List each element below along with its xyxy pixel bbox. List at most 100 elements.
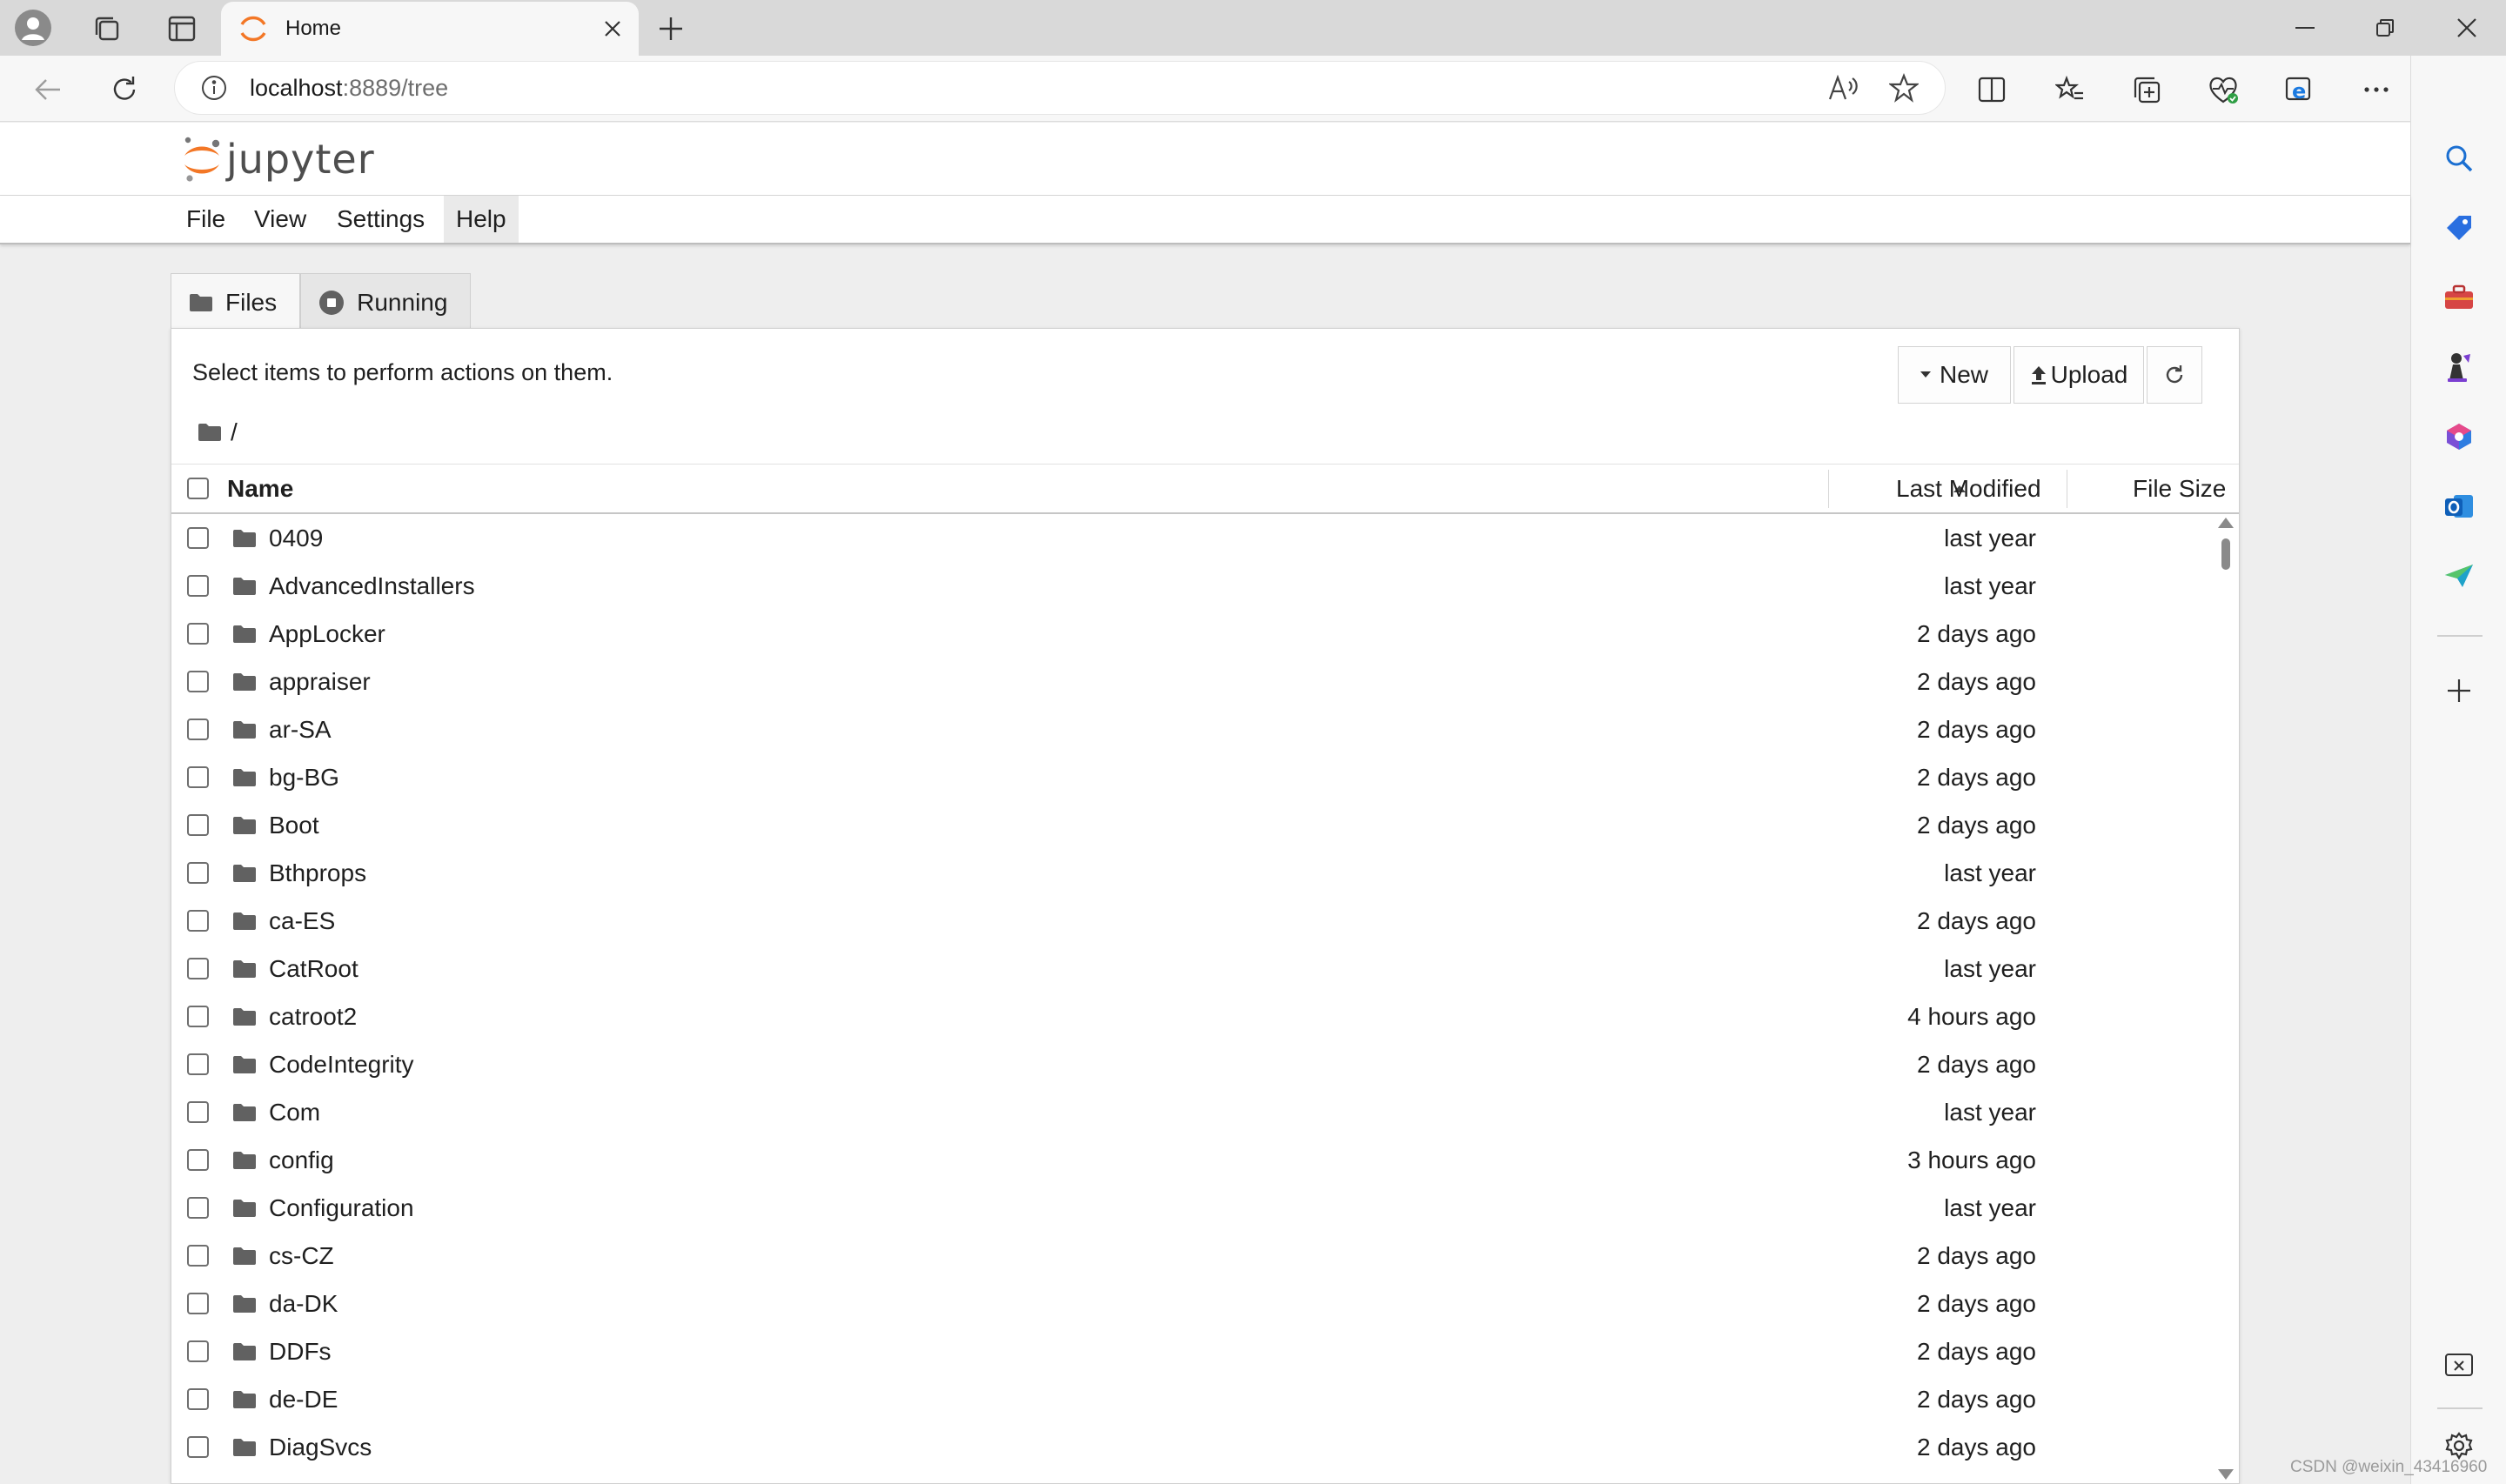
file-name-link[interactable]: ar-SA (269, 705, 332, 753)
row-checkbox[interactable] (187, 1340, 209, 1362)
tab-files[interactable]: Files (171, 273, 301, 331)
file-list-row[interactable]: da-DK 2 days ago (171, 1280, 2239, 1327)
file-name-link[interactable]: DiagSvcs (269, 1423, 372, 1471)
browser-essentials-icon[interactable] (2201, 68, 2245, 111)
file-name-link[interactable]: AppLocker (269, 610, 385, 658)
favorite-star-icon[interactable] (1889, 73, 1919, 103)
column-header-file-size[interactable]: File Size (2133, 465, 2226, 513)
row-checkbox[interactable] (187, 527, 209, 549)
sidebar-outlook-icon[interactable] (2411, 480, 2506, 532)
file-list-row[interactable]: Boot 2 days ago (171, 801, 2239, 849)
row-checkbox[interactable] (187, 958, 209, 979)
minimize-window-icon[interactable] (2283, 9, 2327, 47)
file-name-link[interactable]: CatRoot (269, 945, 358, 993)
upload-button[interactable]: Upload (2014, 346, 2144, 404)
row-checkbox[interactable] (187, 1149, 209, 1171)
file-name-link[interactable]: catroot2 (269, 993, 357, 1040)
row-checkbox[interactable] (187, 862, 209, 884)
read-aloud-icon[interactable] (1828, 75, 1858, 101)
row-checkbox[interactable] (187, 1053, 209, 1075)
column-header-name[interactable]: Name (227, 465, 293, 513)
row-checkbox[interactable] (187, 1293, 209, 1314)
file-name-link[interactable]: Bthprops (269, 849, 366, 897)
favorites-list-icon[interactable] (2048, 68, 2092, 111)
file-list-row[interactable]: de-DE 2 days ago (171, 1375, 2239, 1423)
restore-window-icon[interactable] (2363, 9, 2407, 47)
refresh-button[interactable] (2147, 346, 2202, 404)
menu-settings[interactable]: Settings (325, 196, 437, 243)
tab-running[interactable]: Running (300, 273, 472, 331)
file-list-row[interactable]: AppLocker 2 days ago (171, 610, 2239, 658)
breadcrumb-path[interactable]: / (231, 418, 238, 446)
row-checkbox[interactable] (187, 814, 209, 836)
file-list-row[interactable]: 0409 last year (171, 514, 2239, 562)
file-name-link[interactable]: DDFs (269, 1327, 332, 1375)
row-checkbox[interactable] (187, 623, 209, 645)
file-list-row[interactable]: Bthprops last year (171, 849, 2239, 897)
collections-icon[interactable] (2125, 68, 2168, 111)
menu-help[interactable]: Help (444, 196, 519, 243)
file-name-link[interactable]: appraiser (269, 658, 371, 705)
column-header-last-modified[interactable]: Last Modified (1896, 465, 2041, 513)
file-list-row[interactable]: DDFs 2 days ago (171, 1327, 2239, 1375)
sidebar-search-icon[interactable] (2411, 132, 2506, 184)
jupyter-logo[interactable]: jupyter (181, 135, 375, 184)
file-name-link[interactable]: da-DK (269, 1280, 338, 1327)
file-list-row[interactable]: DiagSvcs 2 days ago (171, 1423, 2239, 1471)
row-checkbox[interactable] (187, 719, 209, 740)
file-list-row[interactable]: CatRoot last year (171, 945, 2239, 993)
file-list-row[interactable]: bg-BG 2 days ago (171, 753, 2239, 801)
new-dropdown-button[interactable]: New (1898, 346, 2011, 404)
menu-file[interactable]: File (174, 196, 238, 243)
row-checkbox[interactable] (187, 575, 209, 597)
file-name-link[interactable]: Com (269, 1088, 320, 1136)
file-name-link[interactable]: bg-BG (269, 753, 339, 801)
file-name-link[interactable]: AdvancedInstallers (269, 562, 475, 610)
workspaces-icon[interactable] (87, 9, 127, 49)
file-name-link[interactable]: de-DE (269, 1375, 338, 1423)
tab-actions-icon[interactable] (162, 9, 202, 49)
file-list-row[interactable]: ar-SA 2 days ago (171, 705, 2239, 753)
row-checkbox[interactable] (187, 1006, 209, 1027)
file-name-link[interactable]: 0409 (269, 514, 323, 562)
sidebar-tools-icon[interactable] (2411, 271, 2506, 324)
url-input[interactable]: localhost:8889/tree (174, 61, 1946, 115)
ie-mode-icon[interactable]: e (2278, 68, 2322, 111)
sidebar-games-icon[interactable] (2411, 341, 2506, 393)
file-list-row[interactable]: config 3 hours ago (171, 1136, 2239, 1184)
split-screen-icon[interactable] (1970, 68, 2014, 111)
file-list-row[interactable]: Com last year (171, 1088, 2239, 1136)
new-tab-plus-icon[interactable] (651, 9, 691, 49)
reload-icon[interactable] (103, 68, 146, 111)
file-name-link[interactable]: Boot (269, 801, 319, 849)
sidebar-send-icon[interactable] (2411, 550, 2506, 602)
file-name-link[interactable]: ca-ES (269, 897, 335, 945)
sidebar-shopping-icon[interactable] (2411, 202, 2506, 254)
breadcrumb-home-folder-icon[interactable] (198, 423, 222, 442)
sidebar-screenshot-icon[interactable] (2411, 1340, 2506, 1392)
row-checkbox[interactable] (187, 910, 209, 932)
sidebar-add-icon[interactable] (2411, 665, 2506, 717)
row-checkbox[interactable] (187, 1245, 209, 1267)
file-list-scrollbar[interactable] (2211, 514, 2239, 1483)
row-checkbox[interactable] (187, 671, 209, 692)
file-name-link[interactable]: CodeIntegrity (269, 1040, 414, 1088)
file-list-row[interactable]: cs-CZ 2 days ago (171, 1232, 2239, 1280)
file-list-row[interactable]: ca-ES 2 days ago (171, 897, 2239, 945)
more-menu-icon[interactable] (2355, 68, 2398, 111)
file-list-row[interactable]: appraiser 2 days ago (171, 658, 2239, 705)
row-checkbox[interactable] (187, 766, 209, 788)
row-checkbox[interactable] (187, 1436, 209, 1458)
browser-tab-home[interactable]: Home (221, 2, 639, 56)
file-list-row[interactable]: CodeIntegrity 2 days ago (171, 1040, 2239, 1088)
row-checkbox[interactable] (187, 1101, 209, 1123)
close-window-icon[interactable] (2445, 9, 2489, 47)
file-list-row[interactable]: AdvancedInstallers last year (171, 562, 2239, 610)
select-all-checkbox[interactable] (187, 478, 209, 499)
back-arrow-icon[interactable] (26, 68, 70, 111)
row-checkbox[interactable] (187, 1197, 209, 1219)
row-checkbox[interactable] (187, 1388, 209, 1410)
menu-view[interactable]: View (242, 196, 318, 243)
profile-avatar-icon[interactable] (12, 7, 54, 49)
file-name-link[interactable]: config (269, 1136, 334, 1184)
